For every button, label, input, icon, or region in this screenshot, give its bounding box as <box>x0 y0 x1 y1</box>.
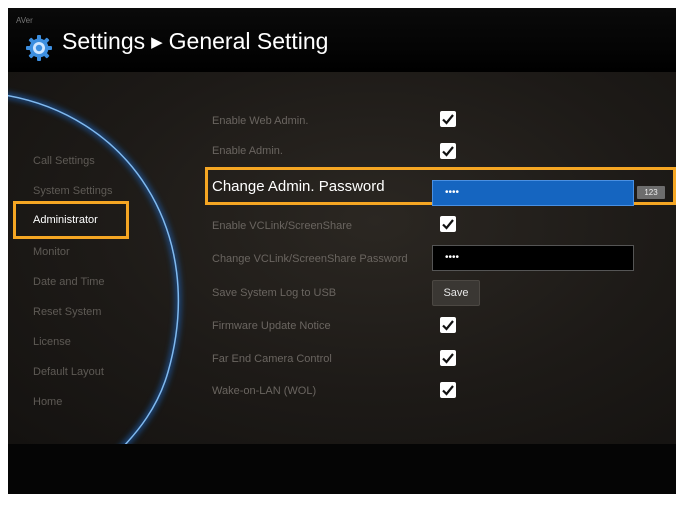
keyboard-mode-badge[interactable]: 123 <box>637 186 665 199</box>
header-bar: AVer Settings ▶ General Setting <box>8 8 676 72</box>
enable-web-admin-label: Enable Web Admin. <box>212 115 309 127</box>
far-end-camera-label: Far End Camera Control <box>212 353 332 365</box>
checkmark-icon <box>442 219 454 230</box>
page-title: Settings ▶ General Setting <box>62 28 328 55</box>
enable-admin-checkbox[interactable] <box>440 143 456 159</box>
checkmark-icon <box>442 146 454 157</box>
checkmark-icon <box>442 320 454 331</box>
admin-password-input[interactable]: •••• <box>432 180 634 206</box>
sidebar-item-call-settings[interactable]: Call Settings <box>33 155 95 167</box>
checkmark-icon <box>442 385 454 396</box>
vclink-password-input[interactable]: •••• <box>432 245 634 271</box>
change-vclink-password-label: Change VCLink/ScreenShare Password <box>212 253 408 265</box>
save-log-label: Save System Log to USB <box>212 287 337 299</box>
brand-logo: AVer <box>16 16 33 25</box>
sidebar-item-home[interactable]: Home <box>33 396 62 408</box>
checkmark-icon <box>442 114 454 125</box>
enable-web-admin-checkbox[interactable] <box>440 111 456 127</box>
far-end-camera-checkbox[interactable] <box>440 350 456 366</box>
checkmark-icon <box>442 353 454 364</box>
breadcrumb-section: Settings <box>62 28 146 54</box>
wake-on-lan-checkbox[interactable] <box>440 382 456 398</box>
breadcrumb-arrow-icon: ▶ <box>151 34 163 51</box>
change-admin-password-label: Change Admin. Password <box>212 178 385 195</box>
firmware-notice-checkbox[interactable] <box>440 317 456 333</box>
sidebar-item-reset-system[interactable]: Reset System <box>33 306 101 318</box>
sidebar-item-administrator[interactable]: Administrator <box>33 214 98 226</box>
enable-admin-label: Enable Admin. <box>212 145 283 157</box>
sidebar-item-license[interactable]: License <box>33 336 71 348</box>
breadcrumb-page: General Setting <box>168 28 329 54</box>
gear-icon <box>26 35 52 61</box>
settings-screen: AVer Settings ▶ General Setting Call Set… <box>8 8 676 494</box>
firmware-notice-label: Firmware Update Notice <box>212 320 331 332</box>
sidebar-item-monitor[interactable]: Monitor <box>33 246 70 258</box>
sidebar-item-default-layout[interactable]: Default Layout <box>33 366 104 378</box>
enable-vclink-checkbox[interactable] <box>440 216 456 232</box>
sidebar-item-date-and-time[interactable]: Date and Time <box>33 276 105 288</box>
enable-vclink-label: Enable VCLink/ScreenShare <box>212 220 353 232</box>
save-log-button[interactable]: Save <box>432 280 480 306</box>
footer-bar <box>8 444 676 494</box>
sidebar-item-system-settings[interactable]: System Settings <box>33 185 112 197</box>
wake-on-lan-label: Wake-on-LAN (WOL) <box>212 385 317 397</box>
